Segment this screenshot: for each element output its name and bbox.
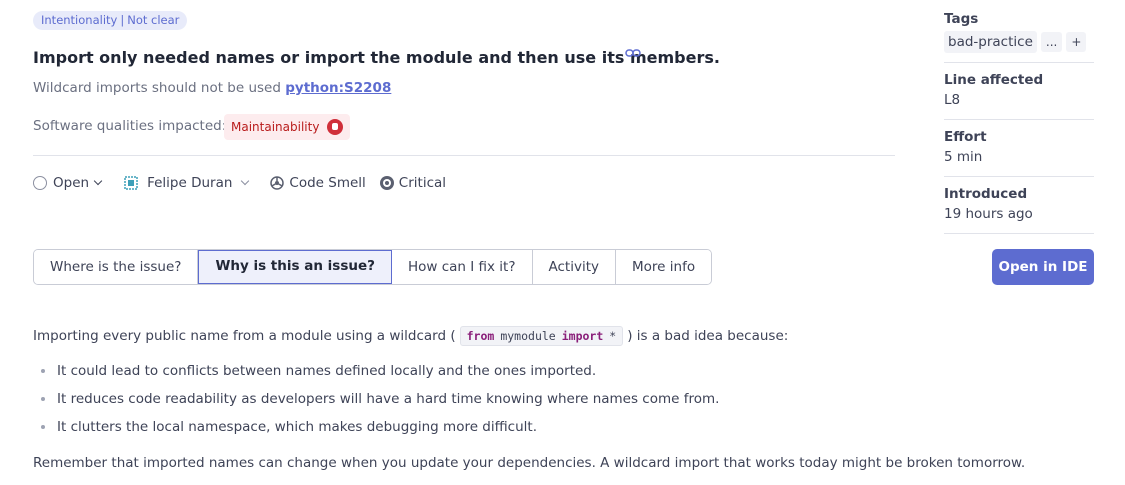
tags-row: bad-practice ... + [944, 31, 1094, 53]
open-in-ide-button[interactable]: Open in IDE [992, 249, 1094, 285]
introduced-label: Introduced [944, 186, 1028, 202]
inline-code: from mymodule import * [459, 326, 624, 346]
chevron-down-icon [93, 176, 103, 186]
tab-where-is-the-issue[interactable]: Where is the issue? [34, 250, 199, 284]
effort-section: Effort 5 min [944, 129, 1094, 165]
severity-high-icon [327, 119, 344, 135]
attribute-category: Intentionality [41, 13, 118, 27]
line-affected-section: Line affected L8 [944, 72, 1094, 108]
rule-intro-paragraph: Importing every public name from a modul… [33, 326, 788, 346]
sidebar-divider [944, 176, 1094, 177]
quality-name: Maintainability [231, 120, 320, 134]
header-divider [33, 155, 895, 156]
assignee-name: Felipe Duran [147, 175, 233, 191]
closing-paragraph: Remember that imported names can change … [33, 455, 1026, 471]
reasons-list: It could lead to conflicts between names… [33, 362, 719, 446]
rule-description: Wildcard imports should not be used pyth… [33, 80, 391, 96]
list-item: It clutters the local namespace, which m… [33, 418, 719, 446]
line-affected-label: Line affected [944, 72, 1044, 88]
permalink-icon[interactable] [625, 46, 641, 60]
tags-label: Tags [944, 11, 979, 27]
qualities-label: Software qualities impacted: [33, 118, 227, 134]
line-affected-value: L8 [944, 92, 961, 108]
effort-value: 5 min [944, 149, 983, 165]
sidebar-divider [944, 119, 1094, 120]
issue-title: Import only needed names or import the m… [33, 48, 720, 67]
intro-text-after: ) is a bad idea because: [627, 328, 789, 344]
list-item: It reduces code readability as developer… [33, 390, 719, 418]
clean-code-attribute-badge: Intentionality | Not clear [33, 11, 188, 30]
assignee-dropdown[interactable]: Felipe Duran [123, 175, 250, 191]
tags-section: Tags bad-practice ... + [944, 11, 1094, 53]
chevron-down-icon [241, 176, 250, 186]
code-keyword-import: import [561, 329, 604, 343]
tab-how-can-i-fix-it[interactable]: How can I fix it? [391, 250, 533, 284]
open-status-icon [33, 176, 47, 190]
attribute-value: Not clear [127, 13, 180, 27]
status-label: Open [53, 175, 90, 191]
issue-meta-bar: Open Felipe Duran Code Smell Critical [33, 173, 446, 193]
intro-text-before: Importing every public name from a modul… [33, 328, 456, 344]
severity-label: Critical [398, 175, 447, 191]
code-smell-icon [270, 176, 285, 190]
add-tag-button[interactable]: + [1066, 32, 1087, 52]
code-keyword-from: from [466, 329, 495, 343]
tab-more-info[interactable]: More info [616, 250, 712, 284]
introduced-section: Introduced 19 hours ago [944, 186, 1094, 222]
sidebar-divider [944, 62, 1094, 63]
effort-label: Effort [944, 129, 987, 145]
issue-type: Code Smell [270, 175, 366, 191]
badge-separator: | [120, 13, 125, 27]
critical-severity-icon [379, 176, 394, 190]
issue-tabs: Where is the issue? Why is this an issue… [33, 249, 713, 285]
rule-key-link[interactable]: python:S2208 [285, 80, 391, 96]
tab-why-is-this-an-issue[interactable]: Why is this an issue? [198, 250, 392, 284]
code-wildcard: * [609, 329, 617, 343]
code-module-name: mymodule [500, 329, 556, 343]
more-tags-button[interactable]: ... [1040, 32, 1063, 52]
quality-badge[interactable]: Maintainability [224, 114, 351, 140]
rule-text: Wildcard imports should not be used [33, 80, 281, 96]
list-item: It could lead to conflicts between names… [33, 362, 719, 390]
tag-chip[interactable]: bad-practice [944, 31, 1037, 53]
avatar-icon [124, 176, 138, 190]
status-dropdown[interactable]: Open [33, 175, 103, 191]
tab-activity[interactable]: Activity [532, 250, 617, 284]
issue-severity: Critical [379, 175, 447, 191]
issue-type-label: Code Smell [289, 175, 366, 191]
sidebar-divider [944, 233, 1094, 234]
introduced-value: 19 hours ago [944, 206, 1033, 222]
